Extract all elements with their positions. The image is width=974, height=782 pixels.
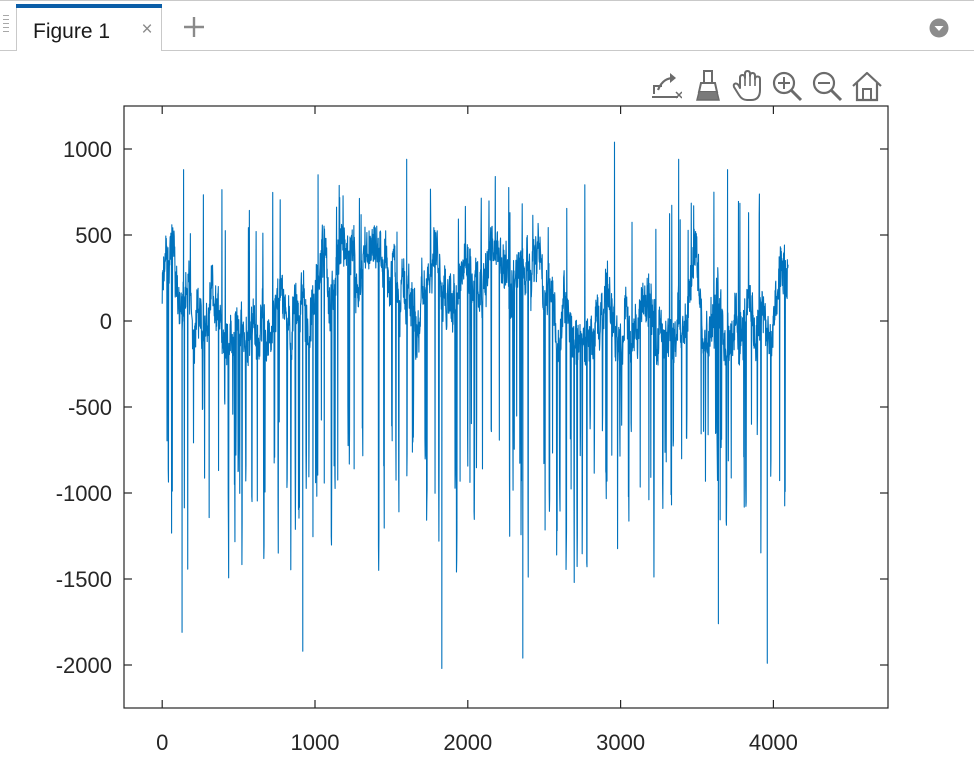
x-tick-label: 3000: [596, 730, 645, 755]
axes-layer: 0 1000 2000 3000 4000 1000 500 0 -500 -1000 -1500 -…: [56, 105, 889, 755]
series-layer: [161, 141, 789, 669]
y-tick-label: -1000: [56, 481, 112, 506]
x-tick-label: 1000: [291, 730, 340, 755]
x-tick-label: 2000: [443, 730, 492, 755]
y-tick-label: 1000: [63, 137, 112, 162]
series-line: [161, 141, 789, 669]
line-plot: 0 1000 2000 3000 4000 1000 500 0 -500 -1000 -1500 -…: [56, 105, 889, 755]
y-tick-label: 0: [100, 309, 112, 334]
y-tick-label: 500: [75, 223, 112, 248]
y-tick-label: -1500: [56, 567, 112, 592]
y-tick-label: -2000: [56, 653, 112, 678]
x-tick-label: 4000: [749, 730, 798, 755]
y-tick-label: -500: [68, 395, 112, 420]
x-tick-label: 0: [156, 730, 168, 755]
